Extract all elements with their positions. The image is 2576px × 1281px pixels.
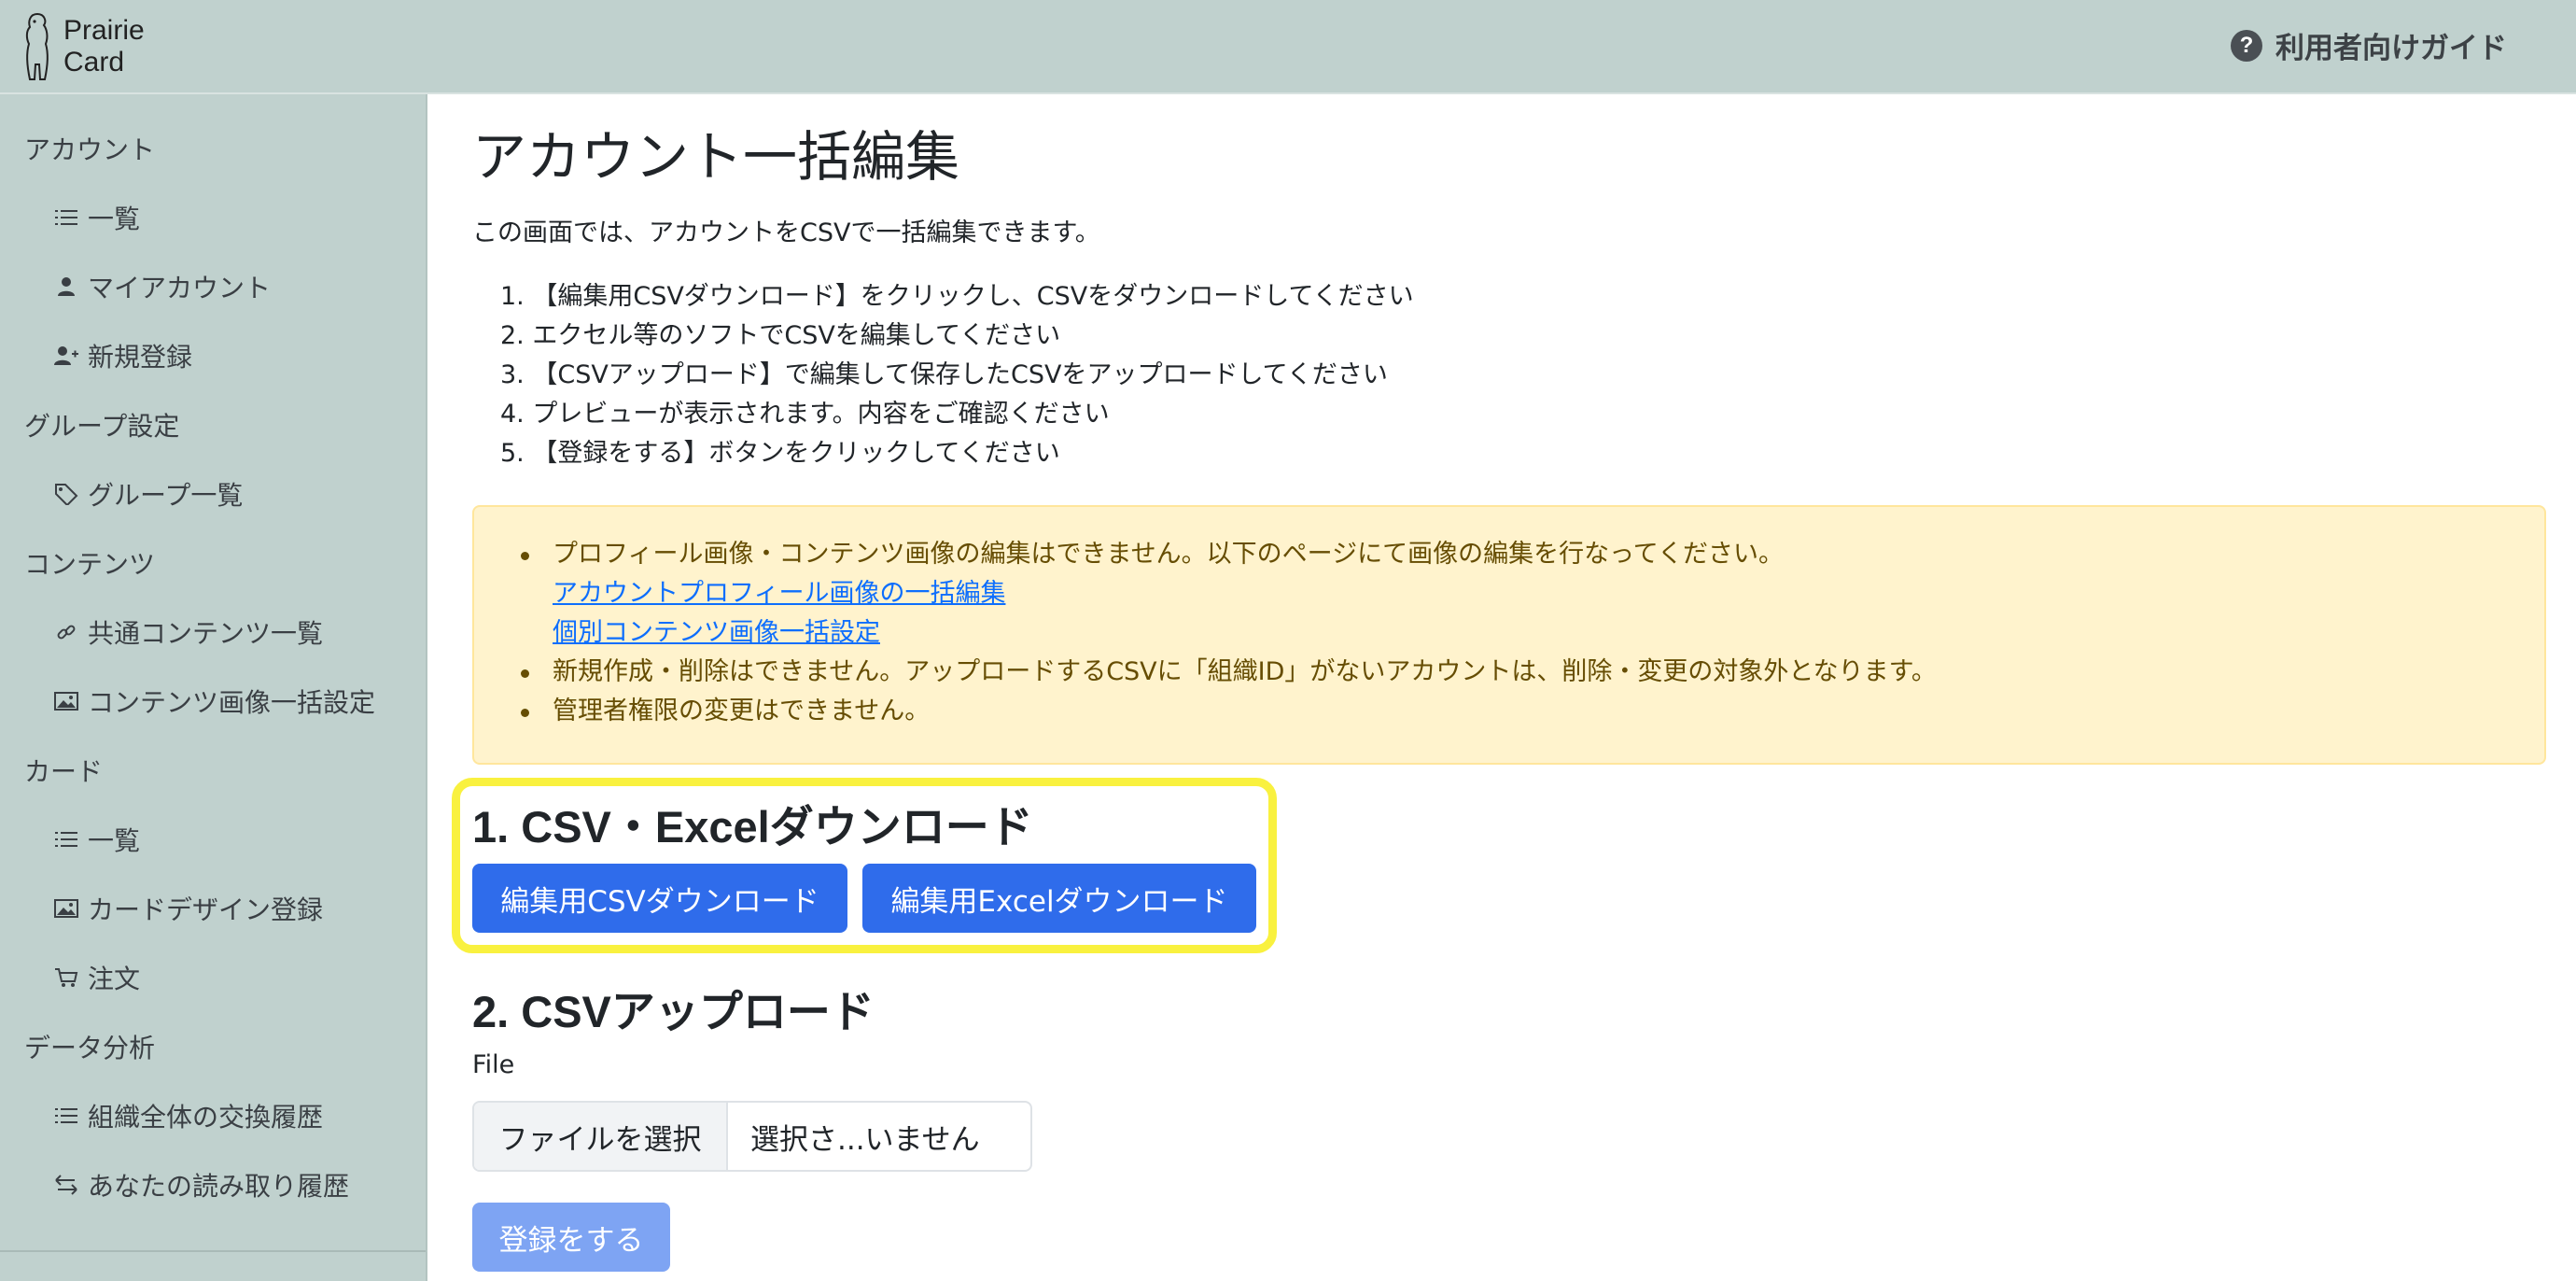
step-item: 1. 【編集用CSVダウンロード】をクリックし、CSVをダウンロードしてください	[500, 282, 1414, 311]
csv-download-button[interactable]: 編集用CSVダウンロード	[472, 864, 847, 933]
sidebar-section-group: グループ設定	[24, 411, 180, 442]
question-circle-icon: ?	[2231, 29, 2262, 62]
sidebar-section-contents: コンテンツ	[24, 549, 156, 580]
upload-section-title: 2. CSVアップロード	[472, 987, 875, 1036]
notice-item: 新規作成・削除はできません。アップロードするCSVに「組織ID」がないアカウント…	[515, 653, 1937, 692]
image-icon	[54, 689, 78, 713]
sidebar-item-label: カードデザイン登録	[88, 894, 324, 925]
user-guide-label: 利用者向けガイド	[2275, 32, 2507, 65]
top-header: Prairie Card ? 利用者向けガイド	[0, 0, 2576, 94]
sidebar-item-label: 一覧	[88, 825, 141, 856]
sidebar-item-card-design[interactable]: カードデザイン登録	[54, 890, 323, 927]
intro-text: この画面では、アカウントをCSVで一括編集できます。	[472, 218, 1100, 247]
person-icon	[54, 274, 78, 299]
sidebar-item-order[interactable]: 注文	[54, 959, 140, 996]
content-image-bulk-setting-link[interactable]: 個別コンテンツ画像一括設定	[553, 618, 880, 647]
file-status-text: 選択さ...いません	[750, 1122, 980, 1157]
list-icon	[54, 827, 78, 852]
steps-list: 1. 【編集用CSVダウンロード】をクリックし、CSVをダウンロードしてください…	[500, 277, 1414, 473]
sidebar-section-card: カード	[24, 756, 104, 787]
sidebar-item-read-history[interactable]: あなたの読み取り履歴	[54, 1166, 349, 1204]
logo-text-line2: Card	[63, 47, 125, 77]
arrow-left-right-icon	[54, 1173, 78, 1197]
sidebar-item-card-list[interactable]: 一覧	[54, 821, 140, 858]
warning-notice: プロフィール画像・コンテンツ画像の編集はできません。以下のページにて画像の編集を…	[472, 505, 2546, 765]
sidebar-item-new-registration[interactable]: 新規登録	[54, 337, 192, 374]
step-item: 2. エクセル等のソフトでCSVを編集してください	[500, 321, 1061, 350]
sidebar-item-label: 新規登録	[88, 342, 193, 373]
sidebar-item-content-images[interactable]: コンテンツ画像一括設定	[54, 683, 375, 720]
logo-text-line1: Prairie	[63, 15, 145, 46]
person-add-icon	[54, 344, 78, 368]
sidebar-item-group-list[interactable]: グループ一覧	[54, 475, 243, 513]
profile-image-bulk-edit-link[interactable]: アカウントプロフィール画像の一括編集	[553, 579, 1005, 608]
user-guide-link[interactable]: ? 利用者向けガイド	[2231, 24, 2507, 66]
step-item: 5. 【登録をする】ボタンをクリックしてください	[500, 439, 1060, 468]
notice-link-item: 個別コンテンツ画像一括設定	[515, 613, 1937, 653]
sidebar-item-common-contents[interactable]: 共通コンテンツ一覧	[54, 613, 323, 651]
notice-item: 管理者権限の変更はできません。	[515, 692, 1937, 731]
file-label: File	[472, 1050, 515, 1079]
sidebar-section-account: アカウント	[24, 134, 156, 165]
excel-download-button[interactable]: 編集用Excelダウンロード	[862, 864, 1256, 933]
download-section-title: 1. CSV・Excelダウンロード	[472, 802, 1033, 852]
sidebar-item-label: マイアカウント	[88, 273, 272, 303]
sidebar-item-my-account[interactable]: マイアカウント	[54, 268, 271, 305]
list-icon	[54, 205, 78, 230]
link-icon	[54, 620, 78, 644]
sidebar: アカウント 一覧 マイアカウント 新規登録 グループ設定 グループ一覧 コンテン…	[0, 94, 427, 1281]
choose-file-button[interactable]: ファイルを選択	[474, 1103, 728, 1170]
step-item: 4. プレビューが表示されます。内容をご確認ください	[500, 400, 1110, 429]
sidebar-item-label: 共通コンテンツ一覧	[88, 618, 324, 649]
page-title: アカウント一括編集	[472, 125, 960, 189]
logo-dog-icon	[25, 12, 49, 80]
sidebar-item-label: 組織全体の交換履歴	[88, 1102, 324, 1133]
sidebar-item-label: 注文	[88, 964, 141, 994]
notice-link-item: アカウントプロフィール画像の一括編集	[515, 574, 1937, 613]
sidebar-item-label: グループ一覧	[88, 480, 244, 511]
register-button[interactable]: 登録をする	[472, 1203, 670, 1272]
step-item: 3. 【CSVアップロード】で編集して保存したCSVをアップロードしてください	[500, 360, 1388, 389]
sidebar-item-label: あなたの読み取り履歴	[88, 1171, 350, 1202]
sidebar-section-analytics: データ分析	[24, 1033, 156, 1063]
sidebar-item-exchange-history[interactable]: 組織全体の交換履歴	[54, 1097, 323, 1134]
sidebar-item-label: 一覧	[88, 204, 141, 234]
notice-item: プロフィール画像・コンテンツ画像の編集はできません。以下のページにて画像の編集を…	[515, 535, 1937, 574]
cart-icon	[54, 965, 78, 990]
sidebar-item-account-list[interactable]: 一覧	[54, 199, 140, 236]
image-icon	[54, 896, 78, 921]
file-input[interactable]: ファイルを選択 選択さ...いません	[472, 1101, 1032, 1172]
tags-icon	[54, 482, 78, 506]
sidebar-divider	[0, 1250, 426, 1252]
list-icon	[54, 1104, 78, 1128]
sidebar-item-label: コンテンツ画像一括設定	[88, 687, 376, 718]
prairie-card-logo[interactable]: Prairie Card	[21, 9, 145, 84]
